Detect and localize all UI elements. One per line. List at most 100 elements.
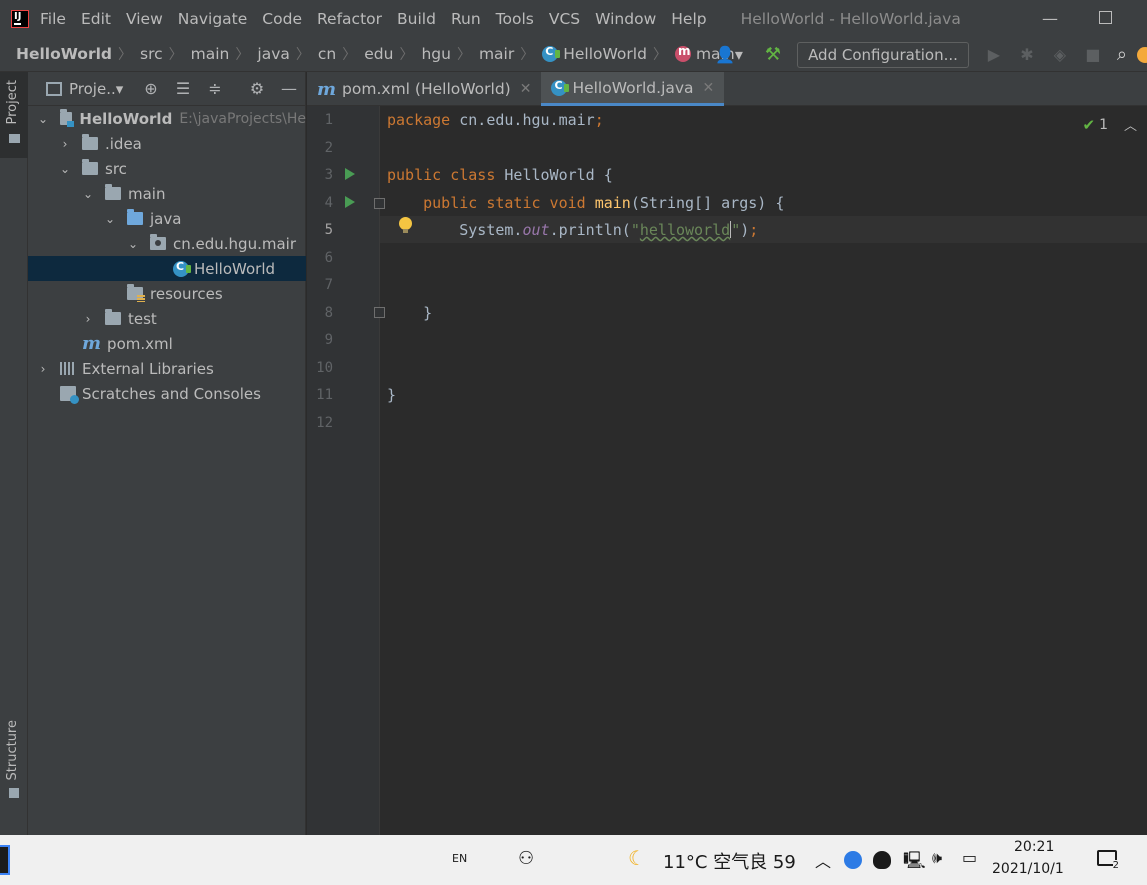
code-editor[interactable]: 1 2 3 4 5 6 7 8 9 10 11 12 package cn.ed… [307, 106, 1147, 835]
breadcrumb-separator-icon: 〉 [295, 47, 310, 63]
menu-run[interactable]: Run [451, 10, 481, 28]
chevron-right-icon[interactable]: › [37, 362, 49, 376]
battery-icon[interactable]: ▭ [962, 848, 977, 867]
breadcrumb-mair[interactable]: mair [479, 45, 514, 63]
update-icon[interactable] [1137, 46, 1147, 63]
search-icon[interactable]: ⌕ [1117, 44, 1127, 65]
locate-file-icon[interactable]: ⊕ [141, 79, 161, 98]
breadcrumb-class[interactable]: HelloWorld [542, 45, 647, 63]
add-configuration-button[interactable]: Add Configuration... [797, 41, 969, 68]
library-icon [60, 362, 76, 375]
code-line-4: public static void main(String[] args) { [387, 194, 784, 212]
chevron-right-icon[interactable]: › [59, 137, 71, 151]
tree-item-helloworld-class[interactable]: HelloWorld [28, 256, 306, 281]
menu-code[interactable]: Code [262, 10, 302, 28]
expand-all-icon[interactable]: ☰ [173, 79, 193, 98]
collapse-all-icon[interactable]: ≑ [205, 79, 225, 98]
window-title: HelloWorld - HelloWorld.java [740, 9, 961, 28]
tree-item-test[interactable]: › test [28, 306, 306, 331]
folder-icon [82, 134, 98, 150]
intellij-logo-icon: IJ [11, 9, 29, 28]
minimize-icon[interactable]: — [1041, 9, 1059, 28]
chevron-right-icon[interactable]: › [82, 312, 94, 326]
code-line-8: } [387, 304, 432, 322]
lightbulb-icon[interactable] [399, 217, 412, 233]
volume-icon[interactable]: 🕪 [932, 848, 942, 868]
tree-item-idea[interactable]: › .idea [28, 131, 306, 156]
tree-item-package[interactable]: ⌄ cn.edu.hgu.mair [28, 231, 306, 256]
user-icon[interactable]: 👤▾ [715, 45, 743, 64]
chevron-up-icon[interactable]: ︿ [1124, 115, 1137, 134]
tree-item-external-libraries[interactable]: › External Libraries [28, 356, 306, 381]
tree-item-scratches[interactable]: Scratches and Consoles [28, 381, 306, 406]
breadcrumb-edu[interactable]: edu [364, 45, 393, 63]
fold-icon[interactable] [374, 198, 385, 209]
notification-icon[interactable]: 2 [1097, 850, 1119, 871]
inspection-widget[interactable]: ✔ 1 ︿ [1082, 115, 1137, 135]
tab-label: pom.xml (HelloWorld) [342, 80, 511, 98]
code-text: } [387, 386, 397, 404]
chevron-down-icon[interactable]: ⌄ [127, 237, 139, 251]
taskbar-app-icon[interactable] [0, 845, 10, 875]
tab-pom-xml[interactable]: m pom.xml (HelloWorld) ✕ [307, 72, 541, 106]
build-hammer-icon[interactable]: ⚒ [765, 44, 781, 65]
structure-tool-button[interactable]: Structure [5, 720, 20, 780]
run-main-icon[interactable] [345, 196, 355, 208]
tree-item-main[interactable]: ⌄ main [28, 181, 306, 206]
menu-tools[interactable]: Tools [496, 10, 534, 28]
breadcrumb-src[interactable]: src [140, 45, 163, 63]
hide-panel-icon[interactable]: — [279, 79, 299, 98]
chevron-up-icon[interactable]: ︿ [815, 848, 831, 872]
menu-build[interactable]: Build [397, 10, 436, 28]
clock-time[interactable]: 20:21 [1014, 839, 1054, 855]
menu-view[interactable]: View [126, 10, 163, 28]
menu-refactor[interactable]: Refactor [317, 10, 382, 28]
project-folder-icon [9, 134, 20, 143]
tray-app-icon[interactable] [844, 851, 862, 869]
tree-item-pom[interactable]: m pom.xml [28, 331, 306, 356]
run-class-icon[interactable] [345, 168, 355, 180]
stop-icon[interactable]: ■ [1084, 45, 1102, 64]
coverage-icon[interactable]: ◈ [1051, 45, 1069, 64]
menu-help[interactable]: Help [671, 10, 706, 28]
chevron-down-icon[interactable]: ⌄ [82, 187, 94, 201]
breadcrumb-separator-icon: 〉 [168, 47, 183, 63]
breadcrumb-hgu[interactable]: hgu [421, 45, 451, 63]
gear-icon[interactable]: ⚙ [247, 79, 267, 98]
tree-item-src[interactable]: ⌄ src [28, 156, 306, 181]
chevron-down-icon[interactable]: ⌄ [37, 112, 49, 126]
tree-item-helloworld-project[interactable]: ⌄ HelloWorld E:\javaProjects\He [28, 106, 306, 131]
chevron-down-icon[interactable]: ⌄ [59, 162, 71, 176]
chevron-down-icon[interactable]: ⌄ [104, 212, 116, 226]
maximize-icon[interactable] [1099, 11, 1112, 24]
people-icon[interactable]: ⚇ [518, 848, 534, 869]
maven-icon: m [317, 78, 337, 100]
close-icon[interactable]: ✕ [703, 80, 715, 96]
close-icon[interactable]: ✕ [520, 81, 532, 97]
menu-edit[interactable]: Edit [81, 10, 111, 28]
breadcrumb-project[interactable]: HelloWorld [16, 45, 112, 63]
fold-icon[interactable] [374, 307, 385, 318]
tree-item-java[interactable]: ⌄ java [28, 206, 306, 231]
breadcrumb-main[interactable]: main [191, 45, 230, 63]
breadcrumb-cn[interactable]: cn [318, 45, 336, 63]
project-tool-button[interactable]: Project [0, 72, 28, 158]
tab-helloworld-java[interactable]: HelloWorld.java ✕ [541, 72, 725, 106]
run-icon[interactable]: ▶ [985, 45, 1003, 64]
qq-icon[interactable] [873, 851, 891, 869]
scratches-icon [60, 386, 79, 404]
menu-window[interactable]: Window [595, 10, 656, 28]
menu-navigate[interactable]: Navigate [178, 10, 248, 28]
weather-widget[interactable]: 11°C 空气良 59 [663, 848, 796, 874]
navigation-bar: HelloWorld 〉 src 〉 main 〉 java 〉 cn 〉 edu 〉 hg… [0, 37, 1147, 72]
input-language[interactable]: EN [452, 852, 467, 865]
project-view-dropdown[interactable]: Proje..▾ [69, 80, 123, 98]
breadcrumb-java[interactable]: java [257, 45, 289, 63]
debug-icon[interactable]: ✱ [1018, 45, 1036, 64]
network-icon[interactable]: 🖳 [903, 848, 926, 877]
tree-item-resources[interactable]: resources [28, 281, 306, 306]
code-text: ) [740, 221, 750, 239]
clock-date[interactable]: 2021/10/1 [992, 861, 1064, 877]
menu-vcs[interactable]: VCS [549, 10, 580, 28]
menu-file[interactable]: File [40, 10, 66, 28]
